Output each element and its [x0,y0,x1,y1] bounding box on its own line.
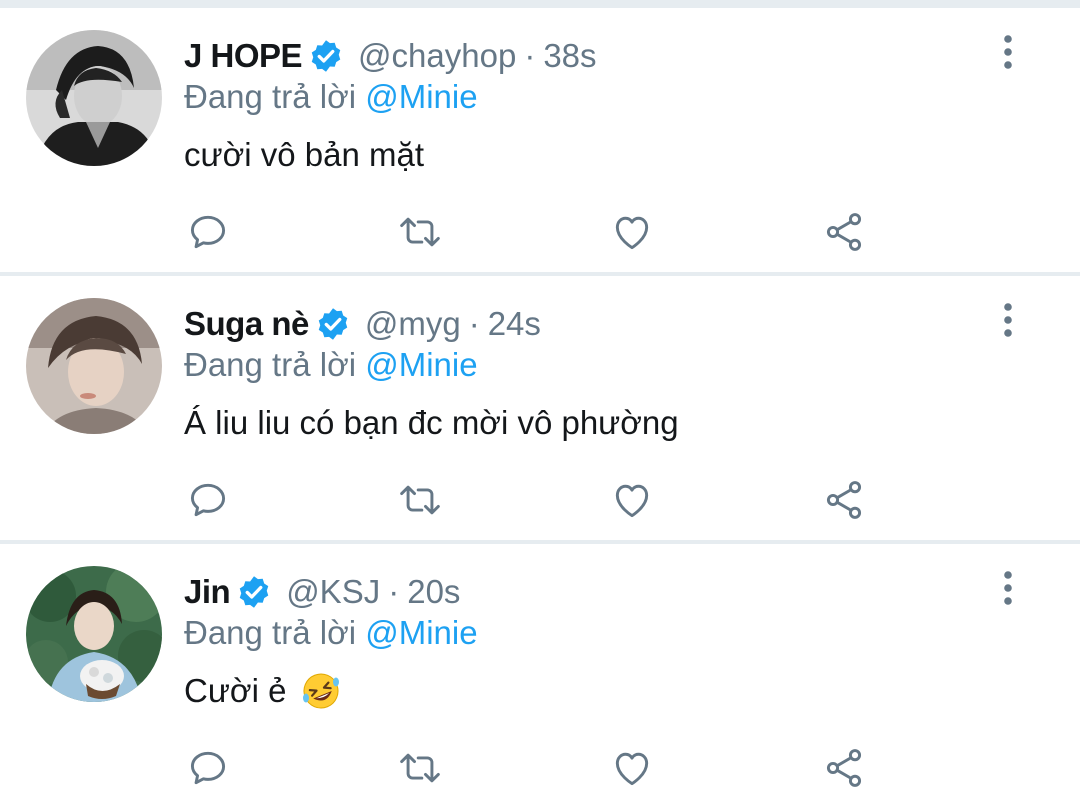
retweet-button[interactable] [392,740,448,796]
more-vertical-icon[interactable] [994,568,1022,608]
replying-to: Đang trả lời @Minie [184,614,478,652]
reply-icon [190,483,226,517]
more-vertical-icon[interactable] [994,300,1022,340]
reply-button[interactable] [180,472,236,528]
share-icon [826,749,862,787]
author-name[interactable]: Jin [184,573,231,611]
tweet-card[interactable]: Suga nè @myg · 24s Đang trả lời @Minie Á… [0,276,1080,544]
mention-link[interactable]: @Minie [365,346,477,383]
verified-badge-icon [308,38,344,74]
retweet-icon [400,485,440,515]
replying-to-label: Đang trả lời [184,78,357,115]
mention-link[interactable]: @Minie [365,78,477,115]
share-button[interactable] [816,740,872,796]
avatar[interactable] [26,566,162,702]
author-name[interactable]: J HOPE [184,37,303,75]
mention-link[interactable]: @Minie [365,614,477,651]
reply-button[interactable] [180,204,236,260]
heart-icon [615,752,649,786]
timestamp[interactable]: 38s [543,37,596,75]
share-button[interactable] [816,472,872,528]
separator-dot: · [388,573,400,610]
share-icon [826,213,862,251]
heart-icon [615,484,649,518]
tweet-header: J HOPE @chayhop · 38s [184,34,597,78]
tweet-text: Á liu liu có bạn đc mời vô phường [184,404,679,441]
verified-badge-icon [315,306,351,342]
tweet-text-container: Cười ẻ [184,672,340,710]
verified-badge-icon [236,574,272,610]
tweet-text: Cười ẻ [184,672,287,709]
heart-icon [615,216,649,250]
tweet-actions [0,740,1080,796]
reply-icon [190,751,226,785]
share-button[interactable] [816,204,872,260]
more-vertical-icon[interactable] [994,32,1022,72]
retweet-icon [400,217,440,247]
author-name[interactable]: Suga nè [184,305,309,343]
avatar[interactable] [26,298,162,434]
separator-dot: · [468,305,480,342]
replying-to: Đang trả lời @Minie [184,78,478,116]
tweet-feed: J HOPE @chayhop · 38s Đang trả lời @Mini… [0,0,1080,810]
tweet-header: Suga nè @myg · 24s [184,302,541,346]
tweet-card[interactable]: Jin @KSJ · 20s Đang trả lời @Minie Cười … [0,544,1080,810]
timestamp[interactable]: 20s [407,573,460,611]
separator-dot: · [524,37,536,74]
share-icon [826,481,862,519]
avatar[interactable] [26,30,162,166]
like-button[interactable] [604,740,660,796]
retweet-button[interactable] [392,204,448,260]
reply-button[interactable] [180,740,236,796]
author-handle[interactable]: @myg [365,305,461,343]
author-handle[interactable]: @KSJ [286,573,380,611]
tweet-actions [0,472,1080,528]
replying-to-label: Đang trả lời [184,614,357,651]
replying-to-label: Đang trả lời [184,346,357,383]
top-divider [0,0,1080,8]
timestamp[interactable]: 24s [488,305,541,343]
reply-icon [190,215,226,249]
tweet-header: Jin @KSJ · 20s [184,570,460,614]
tweet-card[interactable]: J HOPE @chayhop · 38s Đang trả lời @Mini… [0,8,1080,276]
tweet-text: cười vô bản mặt [184,136,424,173]
retweet-button[interactable] [392,472,448,528]
retweet-icon [400,753,440,783]
laughing-emoji-icon [302,672,340,710]
author-handle[interactable]: @chayhop [358,37,516,75]
replying-to: Đang trả lời @Minie [184,346,478,384]
like-button[interactable] [604,472,660,528]
like-button[interactable] [604,204,660,260]
tweet-actions [0,204,1080,260]
